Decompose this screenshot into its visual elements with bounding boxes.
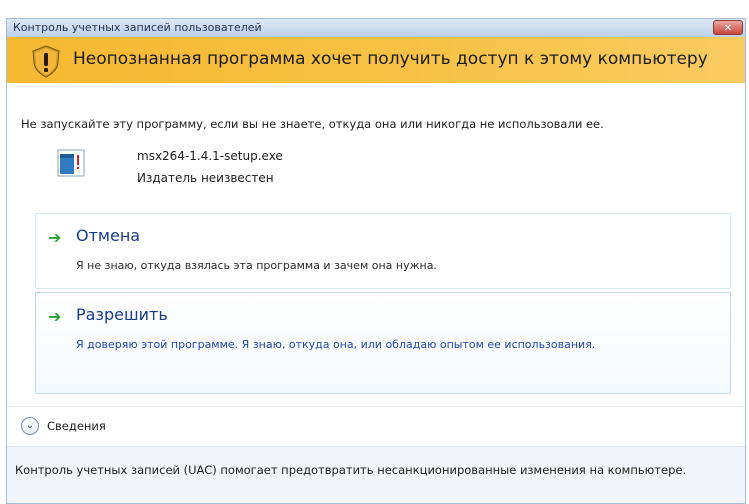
green-arrow-icon: ➔ bbox=[48, 228, 62, 247]
cancel-option-description: Я не знаю, откуда взялась эта программа … bbox=[76, 259, 437, 272]
footer-text: Контроль учетных записей (UAC) помогает … bbox=[15, 463, 687, 477]
allow-option-button[interactable]: ➔ Разрешить Я доверяю этой программе. Я … bbox=[35, 292, 731, 394]
cancel-option-title: Отмена bbox=[76, 226, 141, 245]
uac-shield-icon bbox=[32, 45, 60, 78]
warning-text: Не запускайте эту программу, если вы не … bbox=[21, 117, 604, 131]
green-arrow-icon: ➔ bbox=[48, 307, 62, 326]
warning-banner: Неопознанная программа хочет получить до… bbox=[7, 37, 745, 83]
allow-option-title: Разрешить bbox=[76, 305, 168, 324]
window-title: Контроль учетных записей пользователей bbox=[13, 21, 262, 34]
executable-file-icon bbox=[57, 149, 85, 177]
divider bbox=[7, 406, 745, 407]
program-file-name: msx264-1.4.1-setup.exe bbox=[137, 149, 283, 163]
banner-text: Неопознанная программа хочет получить до… bbox=[73, 49, 708, 69]
cancel-option-button[interactable]: ➔ Отмена Я не знаю, откуда взялась эта п… bbox=[35, 213, 731, 289]
chevron-down-icon: ⌄ bbox=[21, 417, 39, 435]
close-button[interactable]: ✕ bbox=[713, 20, 743, 35]
uac-dialog: Контроль учетных записей пользователей ✕… bbox=[6, 18, 746, 504]
footer: Контроль учетных записей (UAC) помогает … bbox=[7, 446, 745, 503]
title-bar[interactable]: Контроль учетных записей пользователей ✕ bbox=[7, 19, 745, 38]
program-publisher: Издатель неизвестен bbox=[137, 171, 274, 185]
details-label: Сведения bbox=[47, 419, 106, 433]
allow-option-description: Я доверяю этой программе. Я знаю, откуда… bbox=[76, 338, 596, 351]
